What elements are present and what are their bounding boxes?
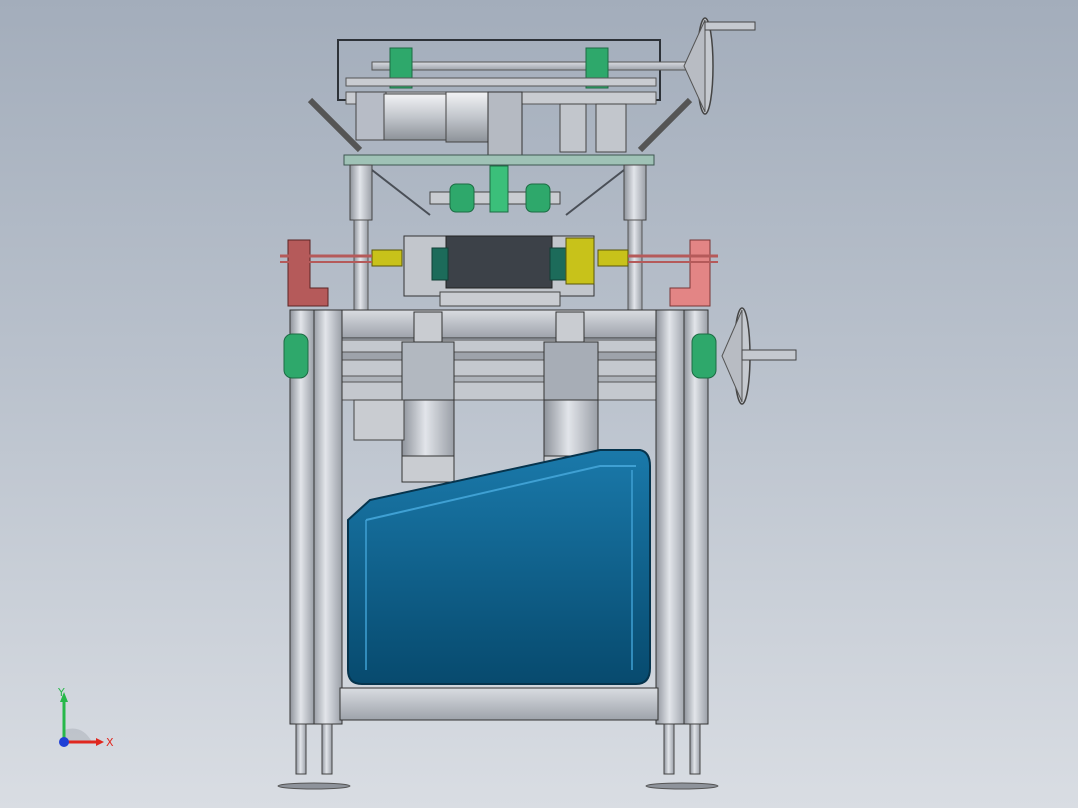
- top-housing[interactable]: [337, 39, 693, 101]
- handwheel-top[interactable]: [683, 17, 756, 115]
- side-hub-left[interactable]: [283, 333, 309, 379]
- y-axis-label: Y: [57, 686, 65, 699]
- mounting-plate[interactable]: [343, 154, 655, 166]
- machine-model-view[interactable]: [0, 0, 1078, 808]
- leveling-feet[interactable]: [277, 723, 719, 790]
- gearbox[interactable]: [353, 399, 405, 441]
- axis-triad: Y X: [48, 684, 128, 754]
- hopper[interactable]: [347, 449, 651, 685]
- handwheel-side[interactable]: [721, 307, 797, 405]
- sealing-jaws[interactable]: [371, 235, 629, 307]
- drive-motor[interactable]: [307, 91, 693, 157]
- roller-shaft[interactable]: [429, 165, 561, 213]
- side-hub-right[interactable]: [691, 333, 717, 379]
- graphics-viewport[interactable]: Y X: [0, 0, 1078, 808]
- x-axis-label: X: [106, 736, 114, 749]
- z-axis-dot: [59, 737, 69, 747]
